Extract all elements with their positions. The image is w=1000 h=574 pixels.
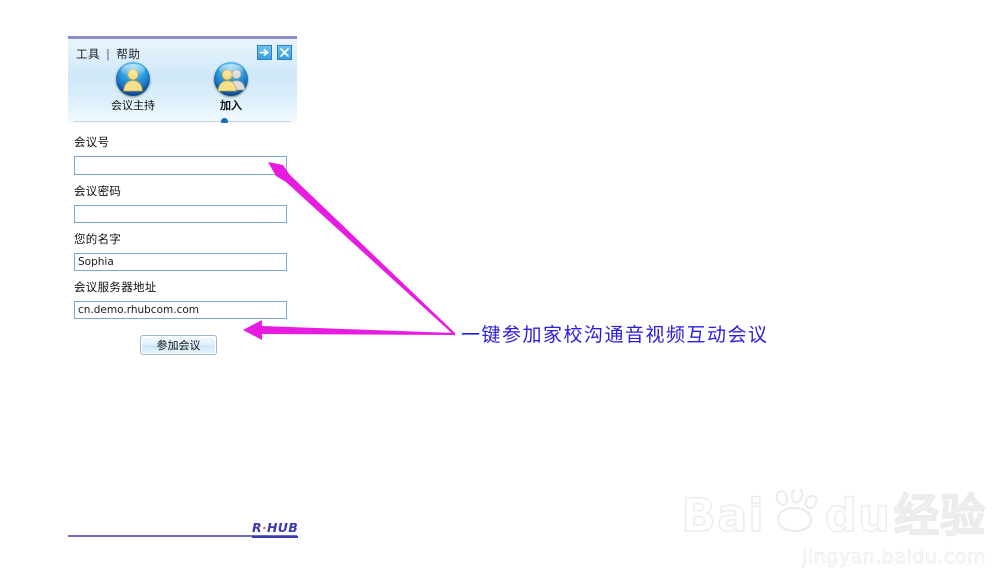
menu-bar: 工具 | 帮助 [76, 46, 140, 62]
submit-row: 参加会议 [74, 334, 297, 355]
field-meeting-id: 会议号 [74, 134, 297, 175]
close-icon [279, 47, 290, 58]
rhub-logo-hub: HUB [267, 520, 299, 535]
minimize-to-side-button[interactable] [257, 45, 272, 60]
window-header: 工具 | 帮助 会议主持 加入 [68, 39, 297, 125]
field-server-address-label: 会议服务器地址 [74, 279, 157, 294]
menu-item-help[interactable]: 帮助 [116, 47, 140, 61]
server-address-input[interactable] [74, 300, 287, 319]
right-arrow-icon [259, 47, 270, 58]
tab-join-meeting[interactable]: 加入 [208, 62, 254, 113]
watermark-bai: Bai [681, 489, 765, 542]
baidu-jingyan-watermark: Bai du 经验 jingyan.baidu.com [681, 486, 986, 569]
join-meeting-button[interactable]: 参加会议 [140, 334, 217, 355]
rhub-logo-r: R [252, 520, 262, 535]
join-meeting-form: 会议号 会议密码 您的名字 会议服务器地址 参加会议 [68, 123, 297, 355]
meeting-password-input[interactable] [74, 204, 287, 223]
mode-toolbar: 会议主持 加入 [68, 62, 297, 113]
field-your-name-label: 您的名字 [74, 231, 122, 246]
title-bar-buttons [257, 45, 292, 60]
single-person-icon [116, 62, 150, 96]
menu-item-tools[interactable]: 工具 [76, 47, 100, 61]
field-meeting-password-label: 会议密码 [74, 183, 122, 198]
watermark-logo: Bai du 经验 [681, 486, 986, 542]
field-your-name: 您的名字 [74, 231, 297, 271]
field-server-address: 会议服务器地址 [74, 279, 297, 319]
tab-host-meeting[interactable]: 会议主持 [110, 62, 156, 113]
menu-separator: | [106, 47, 111, 61]
annotation-label: 一键参加家校沟通音视频互动会议 [461, 324, 769, 346]
two-person-icon [214, 62, 248, 96]
your-name-input[interactable] [74, 252, 287, 271]
field-meeting-password: 会议密码 [74, 183, 297, 223]
close-button[interactable] [277, 45, 292, 60]
toolbar-divider [74, 121, 291, 122]
tab-join-meeting-label: 加入 [220, 99, 242, 112]
watermark-url: jingyan.baidu.com [802, 546, 986, 569]
rhub-logo: R·HUB [252, 520, 299, 538]
watermark-du: du [824, 489, 891, 542]
paw-print-icon [769, 486, 821, 542]
watermark-jingyan: 经验 [893, 489, 986, 542]
rhub-meeting-window: 工具 | 帮助 会议主持 加入 会议号 会议密码 您的名字 Sophia 会议服… [68, 36, 297, 355]
meeting-id-input[interactable] [74, 155, 287, 175]
field-meeting-id-label: 会议号 [74, 135, 110, 149]
tab-host-meeting-label: 会议主持 [111, 99, 155, 112]
